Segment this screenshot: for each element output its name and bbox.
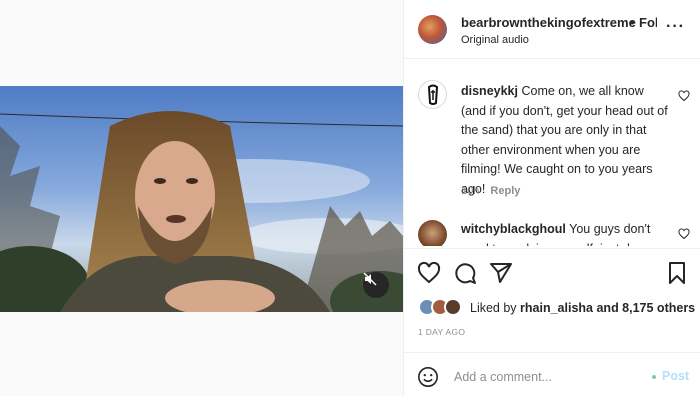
bookmark-icon[interactable] [665,261,689,285]
author-username[interactable]: bearbrownthekingofextreme [461,15,636,30]
heart-icon[interactable] [678,228,690,240]
likers-avatars[interactable] [418,298,468,318]
comment-input[interactable] [454,367,634,387]
follow-button[interactable]: Fol [639,15,657,30]
liker-username[interactable]: rhain_alisha [520,301,593,315]
add-comment-bar: Post [404,352,700,396]
paper-plane-icon[interactable] [489,261,513,285]
likes-prefix: Liked by [470,301,517,315]
comment-meta: 10h Reply [461,185,520,197]
ellipsis-icon[interactable]: ··· [666,18,685,36]
comment-username[interactable]: witchyblackghoul [461,222,566,236]
comment-username[interactable]: disneykkj [461,84,518,98]
post-side-panel: bearbrownthekingofextreme • Fol Original… [403,0,700,396]
media-panel [0,0,403,396]
comment-text: witchyblackghoul You guys don't need to … [461,220,669,246]
comment-body: Come on, we all know (and if you don't, … [461,84,668,196]
post-timestamp[interactable]: 1 DAY AGO [418,327,465,337]
heart-icon[interactable] [417,261,441,285]
post-status-dot [652,375,656,379]
video-player[interactable] [0,86,403,312]
post-header: bearbrownthekingofextreme • Fol Original… [404,0,700,59]
post-button[interactable]: Post [662,369,689,383]
author-avatar[interactable] [418,15,447,44]
header-separator: • [630,15,635,30]
mute-button[interactable] [363,272,389,298]
emoji-icon[interactable] [417,366,439,388]
comment-time: 10h [461,185,480,197]
comments-list: disneykkj Come on, we all know (and if y… [404,60,700,246]
commenter-avatar[interactable] [418,220,447,246]
audio-label[interactable]: Original audio [461,34,529,46]
likes-count[interactable]: and 8,175 others [596,301,695,315]
video-frame [0,86,403,312]
post-actions: Liked by rhain_alisha and 8,175 others 1… [404,248,700,343]
comment-bubble-icon[interactable] [453,261,477,285]
liker-avatar [444,298,462,316]
heart-icon[interactable] [678,90,690,102]
comment-text: disneykkj Come on, we all know (and if y… [461,82,669,199]
likes-summary: Liked by rhain_alisha and 8,175 others [470,301,695,315]
commenter-avatar[interactable] [418,80,447,109]
speaker-muted-icon [363,272,377,286]
reply-button[interactable]: Reply [490,185,520,197]
gothic-logo-icon [427,84,438,105]
